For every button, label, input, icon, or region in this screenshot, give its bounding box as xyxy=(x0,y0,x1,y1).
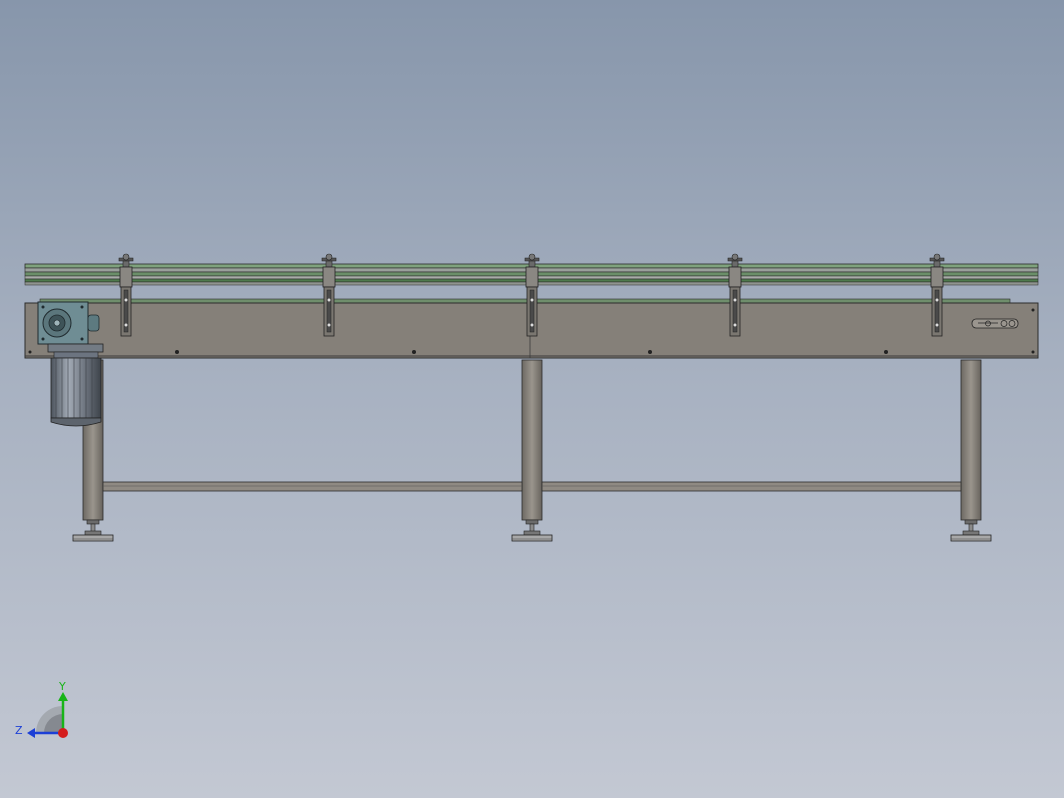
conveyor-belt xyxy=(39,298,1011,304)
support-legs xyxy=(82,359,982,521)
drive-motor xyxy=(47,343,104,427)
cad-viewport[interactable]: Y Z xyxy=(0,0,1064,798)
x-axis-point xyxy=(58,728,68,738)
conveyor-model: Y Z xyxy=(15,253,1039,738)
orientation-triad: Y Z xyxy=(15,680,68,738)
support-leg xyxy=(960,359,982,521)
leveling-foot xyxy=(511,519,553,542)
z-axis-label: Z xyxy=(15,724,23,737)
cross-beam xyxy=(102,481,523,492)
cross-beam xyxy=(541,481,962,492)
leveling-feet xyxy=(72,519,992,542)
label-plate xyxy=(971,318,1019,329)
leveling-foot xyxy=(72,519,114,542)
z-axis-arrow xyxy=(27,728,35,738)
support-leg xyxy=(521,359,543,521)
y-axis-label: Y xyxy=(58,680,66,693)
y-axis-arrow xyxy=(58,692,68,701)
leveling-foot xyxy=(950,519,992,542)
